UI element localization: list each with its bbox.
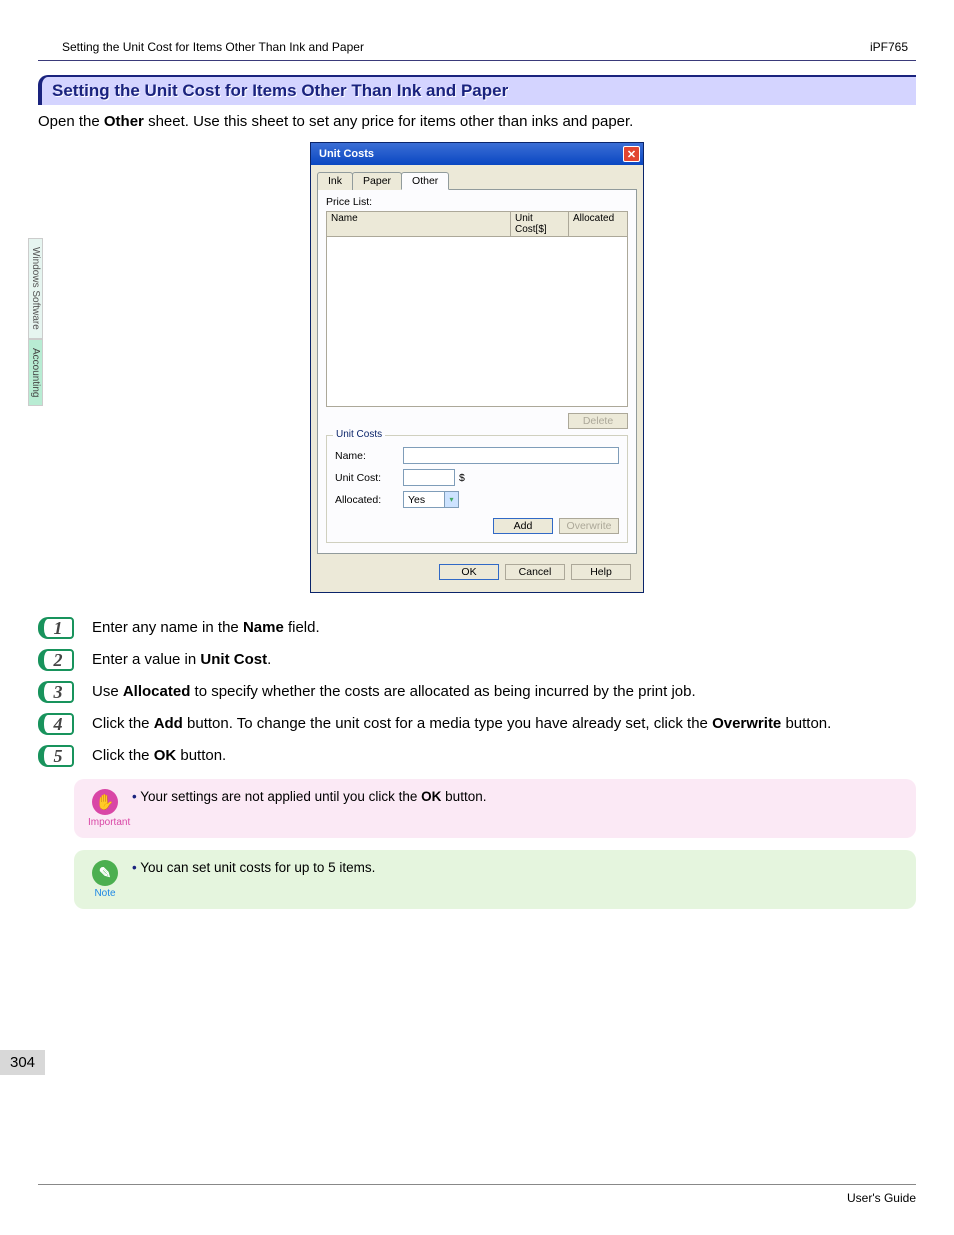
allocated-label: Allocated: <box>335 494 403 506</box>
unit-costs-dialog: Unit Costs ✕ Ink Paper Other Price List:… <box>310 142 644 593</box>
allocated-select[interactable]: Yes ▾ <box>403 491 459 508</box>
step-4: 4 Click the Add button. To change the un… <box>38 713 916 735</box>
section-title-bar: Setting the Unit Cost for Items Other Th… <box>38 75 916 105</box>
page-number: 304 <box>0 1050 45 1075</box>
name-label: Name: <box>335 450 403 462</box>
add-button[interactable]: Add <box>493 518 553 534</box>
col-allocated: Allocated <box>569 212 627 236</box>
tab-paper[interactable]: Paper <box>352 172 402 190</box>
step-2: 2 Enter a value in Unit Cost. <box>38 649 916 671</box>
breadcrumb: Setting the Unit Cost for Items Other Th… <box>62 40 364 54</box>
col-unit-cost: Unit Cost[$] <box>511 212 569 236</box>
chevron-down-icon: ▾ <box>444 492 458 507</box>
step-3: 3 Use Allocated to specify whether the c… <box>38 681 916 703</box>
ok-button[interactable]: OK <box>439 564 499 580</box>
tab-other[interactable]: Other <box>401 172 449 190</box>
overwrite-button[interactable]: Overwrite <box>559 518 619 534</box>
help-button[interactable]: Help <box>571 564 631 580</box>
step-number: 1 <box>38 617 74 639</box>
section-title: Setting the Unit Cost for Items Other Th… <box>52 81 508 100</box>
note-label: Note <box>88 888 122 899</box>
hand-icon: ✋ <box>92 789 118 815</box>
tab-ink[interactable]: Ink <box>317 172 353 190</box>
price-list[interactable] <box>326 237 628 407</box>
currency-label: $ <box>459 472 465 484</box>
important-label: Important <box>88 817 122 828</box>
intro-text: Open the Other sheet. Use this sheet to … <box>38 113 916 130</box>
dialog-title: Unit Costs <box>319 148 374 160</box>
step-5: 5 Click the OK button. <box>38 745 916 767</box>
unit-cost-field[interactable] <box>403 469 455 486</box>
close-icon[interactable]: ✕ <box>623 146 640 162</box>
delete-button[interactable]: Delete <box>568 413 628 429</box>
step-number: 2 <box>38 649 74 671</box>
footer: User's Guide <box>38 1184 916 1205</box>
unit-cost-label: Unit Cost: <box>335 472 403 484</box>
note-callout: ✎ Note You can set unit costs for up to … <box>74 850 916 909</box>
price-list-label: Price List: <box>326 196 628 208</box>
step-number: 3 <box>38 681 74 703</box>
group-title: Unit Costs <box>333 429 385 440</box>
step-number: 5 <box>38 745 74 767</box>
model-label: iPF765 <box>870 40 908 54</box>
rule <box>38 60 916 61</box>
name-field[interactable] <box>403 447 619 464</box>
step-number: 4 <box>38 713 74 735</box>
pencil-icon: ✎ <box>92 860 118 886</box>
side-tab-accounting[interactable]: Accounting <box>28 339 43 406</box>
important-callout: ✋ Important Your settings are not applie… <box>74 779 916 838</box>
col-name: Name <box>327 212 511 236</box>
side-tab-windows-software[interactable]: Windows Software <box>28 238 43 339</box>
cancel-button[interactable]: Cancel <box>505 564 565 580</box>
price-list-header: Name Unit Cost[$] Allocated <box>326 211 628 237</box>
step-1: 1 Enter any name in the Name field. <box>38 617 916 639</box>
